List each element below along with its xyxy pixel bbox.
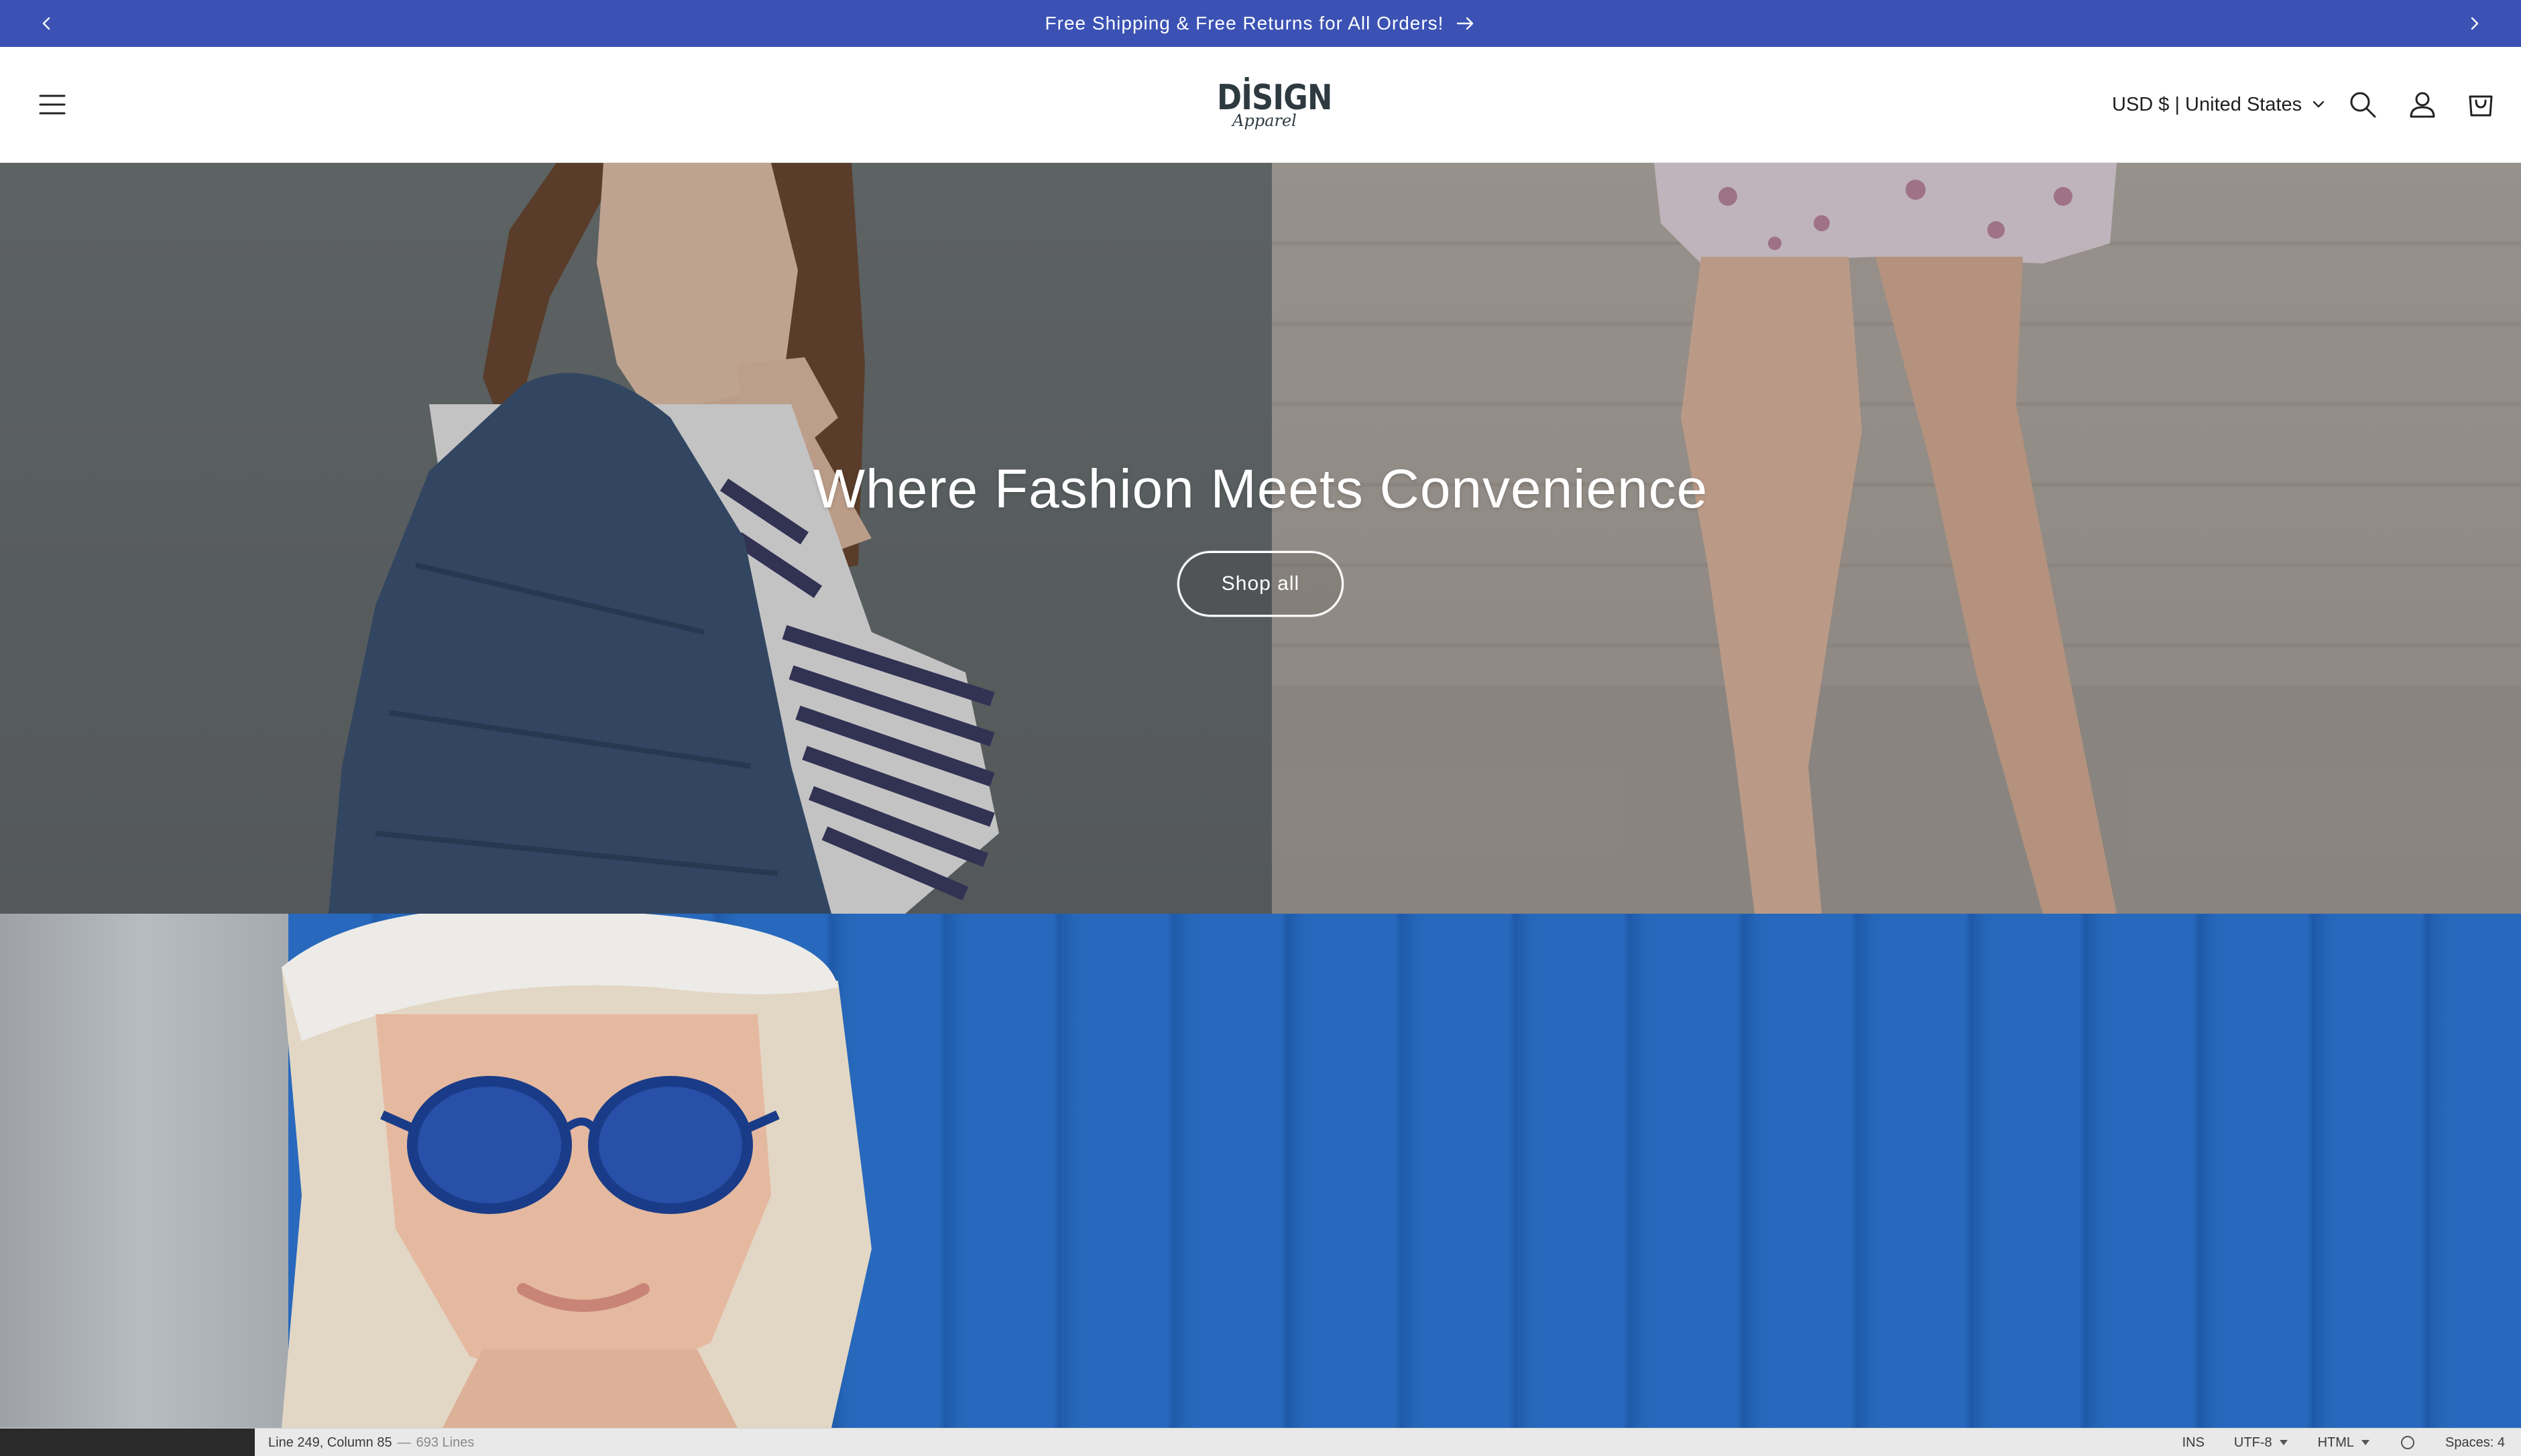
logo-wordmark: DİSIGN bbox=[1217, 78, 1332, 118]
arrow-right-icon bbox=[1457, 17, 1474, 30]
insert-mode-indicator[interactable]: INS bbox=[2182, 1435, 2205, 1451]
account-button[interactable] bbox=[2402, 84, 2443, 125]
status-bar-right: INS UTF-8 HTML Spaces: 4 bbox=[2182, 1429, 2505, 1456]
announcement-bar: Free Shipping & Free Returns for All Ord… bbox=[0, 0, 2521, 47]
chevron-down-icon bbox=[2312, 101, 2325, 108]
cart-icon bbox=[2469, 95, 2493, 117]
currency-label: USD $ | United States bbox=[2112, 93, 2302, 115]
triangle-down-icon bbox=[2279, 1440, 2288, 1445]
secondary-banner bbox=[0, 914, 2521, 1428]
cursor-position[interactable]: Line 249, Column 85 — 693 Lines bbox=[268, 1429, 474, 1456]
status-bar-dark-segment bbox=[0, 1429, 255, 1456]
language-label: HTML bbox=[2317, 1435, 2355, 1450]
status-separator: — bbox=[397, 1435, 411, 1450]
announcement-link[interactable]: Free Shipping & Free Returns for All Ord… bbox=[1045, 13, 1476, 34]
announcement-prev-button[interactable] bbox=[23, 0, 70, 47]
linter-status[interactable] bbox=[2400, 1435, 2416, 1451]
chevron-left-icon bbox=[42, 17, 50, 30]
banner-model-illustration bbox=[282, 914, 872, 1428]
announcement-next-button[interactable] bbox=[2451, 0, 2498, 47]
chevron-right-icon bbox=[2471, 17, 2479, 30]
indentation-selector[interactable]: Spaces: 4 bbox=[2445, 1435, 2505, 1451]
hero-content: Where Fashion Meets Convenience Shop all bbox=[0, 458, 2521, 617]
account-icon bbox=[2410, 92, 2435, 118]
cursor-position-text: Line 249, Column 85 bbox=[268, 1435, 392, 1450]
cart-button[interactable] bbox=[2461, 84, 2501, 125]
encoding-selector[interactable]: UTF-8 bbox=[2234, 1435, 2288, 1451]
insert-mode-label: INS bbox=[2182, 1435, 2205, 1450]
hero-banner: Where Fashion Meets Convenience Shop all bbox=[0, 163, 2521, 914]
line-count: 693 Lines bbox=[416, 1435, 475, 1450]
search-button[interactable] bbox=[2343, 84, 2383, 125]
menu-icon bbox=[39, 95, 66, 115]
language-selector[interactable]: HTML bbox=[2318, 1435, 2370, 1451]
storefront-page: Free Shipping & Free Returns for All Ord… bbox=[0, 0, 2521, 1456]
indentation-label: Spaces: 4 bbox=[2445, 1435, 2505, 1450]
shop-all-button[interactable]: Shop all bbox=[1177, 551, 1344, 617]
site-logo[interactable]: DİSIGN Apparel bbox=[1217, 71, 1332, 138]
circle-status-icon bbox=[2401, 1436, 2415, 1449]
hero-title: Where Fashion Meets Convenience bbox=[813, 459, 1708, 520]
encoding-label: UTF-8 bbox=[2233, 1435, 2272, 1450]
site-header: DİSIGN Apparel USD $ | United States bbox=[0, 47, 2521, 163]
currency-selector[interactable]: USD $ | United States bbox=[2112, 87, 2325, 122]
announcement-text: Free Shipping & Free Returns for All Ord… bbox=[1045, 13, 1444, 34]
menu-button[interactable] bbox=[34, 86, 71, 123]
triangle-down-icon bbox=[2361, 1440, 2370, 1445]
editor-status-bar: Line 249, Column 85 — 693 Lines INS UTF-… bbox=[0, 1428, 2521, 1456]
search-icon bbox=[2350, 92, 2376, 118]
